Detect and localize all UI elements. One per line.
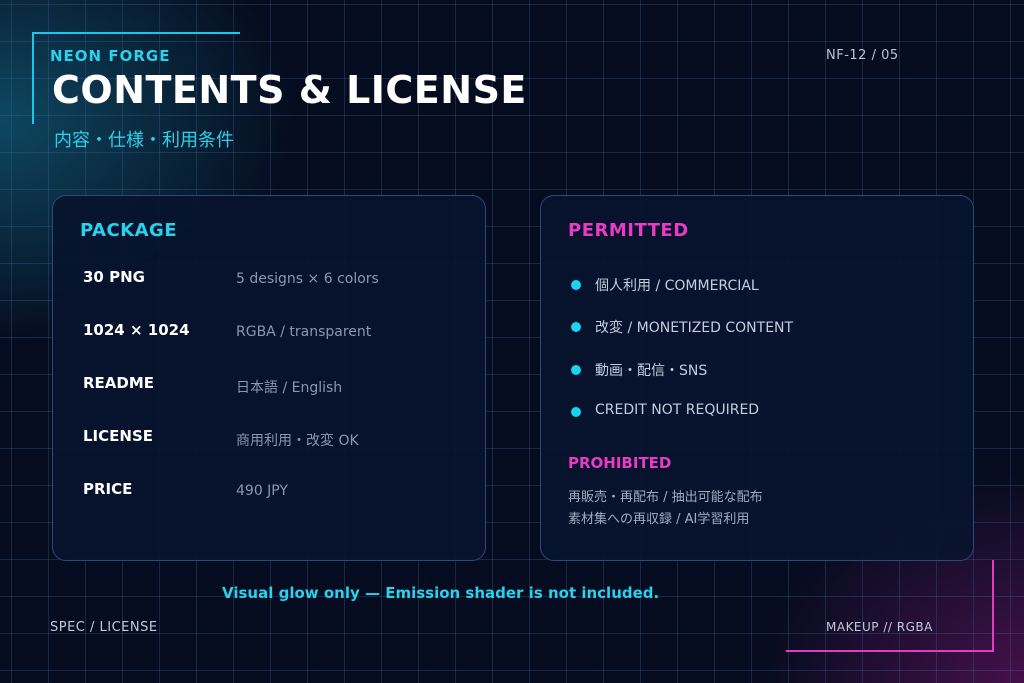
permitted-heading: PERMITTED [568,220,689,241]
disclaimer-note: Visual glow only — Emission shader is no… [222,584,660,602]
page-subtitle: 内容・仕様・利用条件 [54,130,234,151]
prohibited-line: 再販売・再配布 / 抽出可能な配布 [568,490,763,505]
spec-value: RGBA / transparent [236,324,372,340]
bullet-dot-icon [571,322,581,332]
spec-label: LICENSE [83,427,153,445]
package-panel: PACKAGE 30 PNG 5 designs × 6 colors 1024… [52,195,486,561]
spec-row: LICENSE 商用利用・改変 OK [83,427,463,451]
brand-label: NEON FORGE [50,47,171,65]
spec-row: README 日本語 / English [83,374,463,398]
package-heading: PACKAGE [80,220,178,241]
permitted-item-text: 個人利用 / COMMERCIAL [595,278,759,294]
spec-row: 1024 × 1024 RGBA / transparent [83,321,463,345]
spec-value: 5 designs × 6 colors [236,271,379,287]
prohibited-line: 素材集への再収録 / AI学習利用 [568,512,750,527]
spec-value: 490 JPY [236,483,288,499]
footer-left-label: SPEC / LICENSE [50,620,158,635]
bullet-dot-icon [571,407,581,417]
footer-right-label: MAKEUP // RGBA [826,620,933,634]
spec-row: PRICE 490 JPY [83,480,463,504]
spec-label: 30 PNG [83,268,145,286]
bullet-dot-icon [571,280,581,290]
page-title: CONTENTS & LICENSE [52,68,527,112]
bullet-dot-icon [571,365,581,375]
spec-value: 日本語 / English [236,380,343,396]
spec-label: 1024 × 1024 [83,321,190,339]
spec-value: 商用利用・改変 OK [236,433,359,449]
product-code: NF-12 / 05 [826,48,899,63]
spec-row: 30 PNG 5 designs × 6 colors [83,268,463,292]
spec-label: README [83,374,155,392]
corner-bracket-bottom-right [786,560,994,652]
prohibited-heading: PROHIBITED [568,454,672,472]
permitted-item-text: 改変 / MONETIZED CONTENT [595,320,794,336]
spec-label: PRICE [83,480,133,498]
permitted-item-text: 動画・配信・SNS [595,363,708,379]
license-panel: PERMITTED 個人利用 / COMMERCIAL 改変 / MONETIZ… [540,195,974,561]
permitted-item-text: CREDIT NOT REQUIRED [595,402,760,418]
